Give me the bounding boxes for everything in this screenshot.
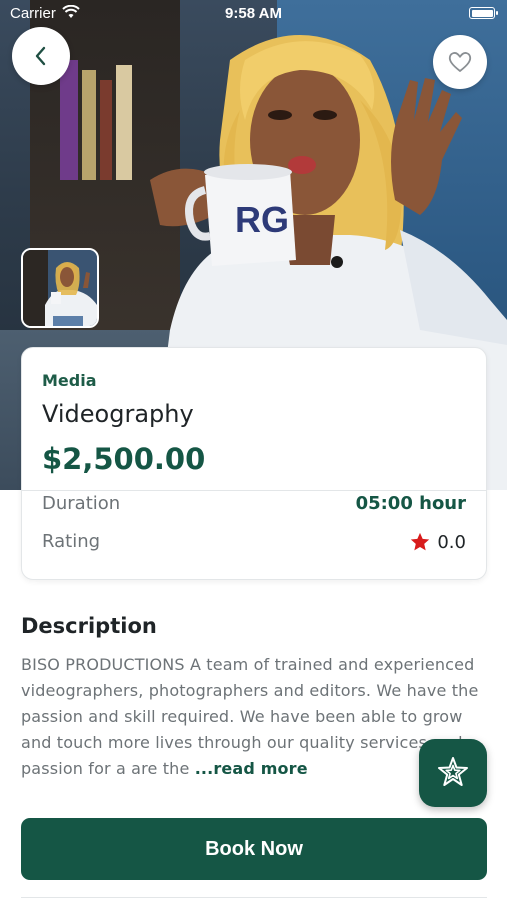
back-button[interactable] bbox=[12, 27, 70, 85]
description-heading: Description bbox=[21, 614, 157, 638]
duration-label: Duration bbox=[42, 493, 121, 514]
chevron-left-icon bbox=[35, 46, 46, 66]
service-price: $2,500.00 bbox=[42, 442, 206, 476]
service-category: Media bbox=[42, 371, 97, 390]
duration-value: 05:00 hour bbox=[355, 493, 466, 514]
star-badge-icon bbox=[438, 757, 468, 786]
thumbnail-image bbox=[23, 250, 97, 326]
rating-value-group: 0.0 bbox=[409, 531, 466, 553]
svg-text:RG: RG bbox=[235, 199, 289, 240]
favorite-button[interactable] bbox=[433, 35, 487, 89]
heart-outline-icon bbox=[448, 52, 472, 72]
battery-icon bbox=[469, 7, 498, 19]
rating-label: Rating bbox=[42, 531, 101, 552]
review-fab-button[interactable] bbox=[419, 739, 487, 807]
status-time: 9:58 AM bbox=[225, 5, 282, 22]
service-info-card: Media Videography $2,500.00 Duration 05:… bbox=[21, 347, 487, 580]
description-text: BISO PRODUCTIONS A team of trained and e… bbox=[21, 652, 487, 782]
status-bar: Carrier 9:58 AM bbox=[0, 0, 507, 28]
read-more-link[interactable]: ...read more bbox=[195, 759, 308, 778]
bottom-divider bbox=[21, 897, 487, 898]
book-now-button[interactable]: Book Now bbox=[21, 818, 487, 880]
rating-value: 0.0 bbox=[437, 531, 466, 553]
gallery-thumbnail[interactable] bbox=[21, 248, 99, 328]
card-divider bbox=[22, 490, 486, 491]
service-title: Videography bbox=[42, 400, 194, 428]
star-icon bbox=[411, 532, 430, 551]
